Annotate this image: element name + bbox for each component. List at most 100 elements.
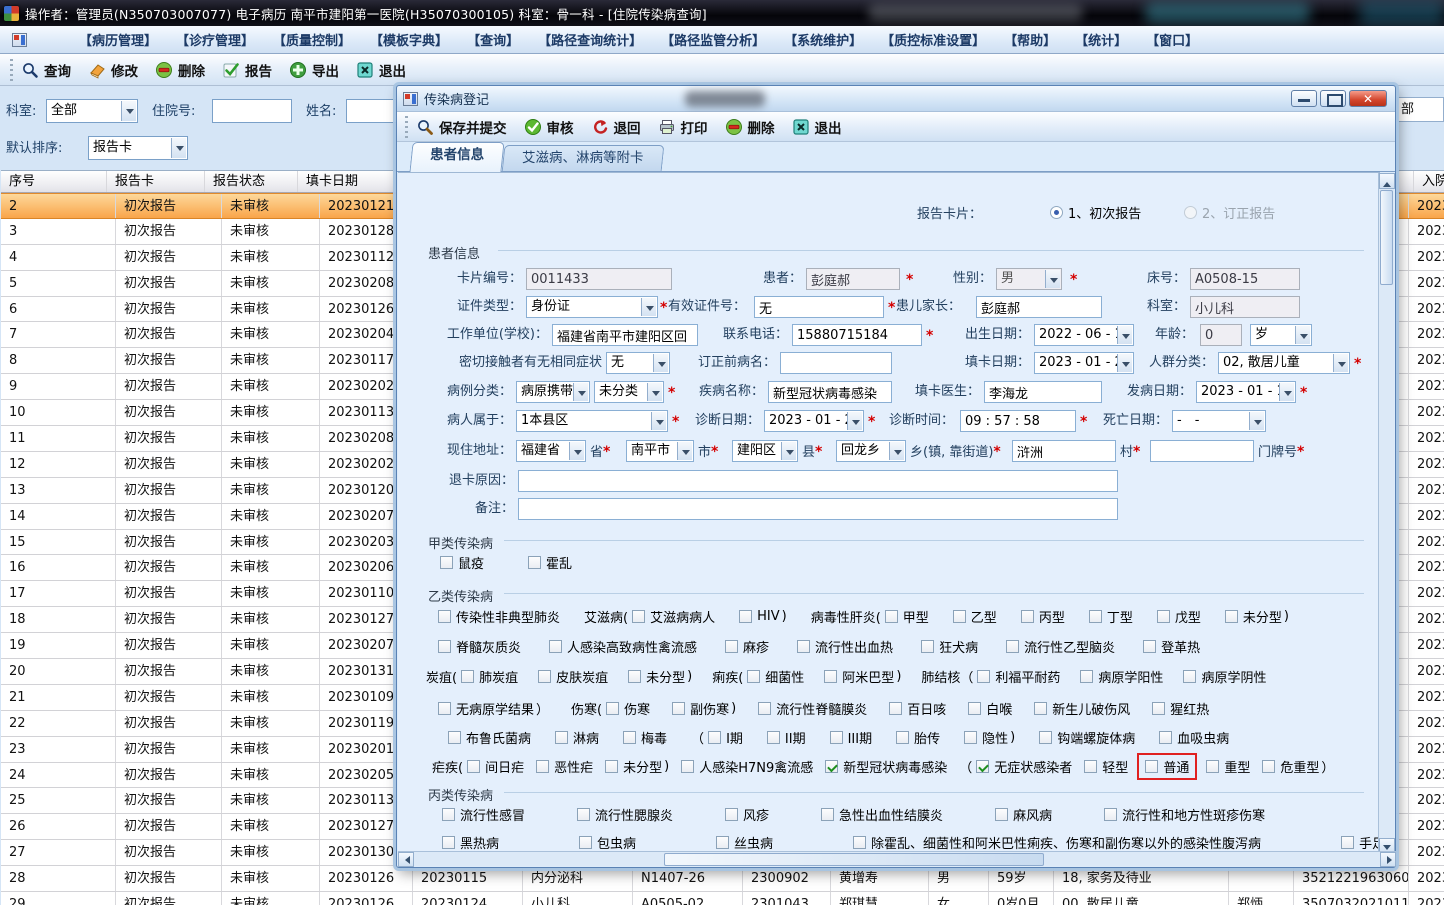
checkbox[interactable]	[853, 836, 867, 849]
chevron-down-icon[interactable]	[1249, 412, 1264, 430]
chevron-down-icon[interactable]	[847, 412, 862, 430]
table-header-cell[interactable]: 报告状态	[205, 171, 298, 192]
checkbox-item[interactable]: 丝虫病	[716, 833, 773, 852]
checkbox-item[interactable]: 隐性)	[964, 728, 1015, 747]
town-combo[interactable]: 回龙乡	[836, 440, 906, 462]
table-row[interactable]: 28 初次报告 未审核 20230126 20230115 内分泌科 N1407…	[1, 866, 1444, 893]
case-class-combo1[interactable]: 病原携带	[516, 381, 590, 403]
chevron-down-icon[interactable]	[641, 298, 656, 316]
chevron-down-icon[interactable]	[569, 442, 584, 460]
checkbox-item[interactable]: 戊型	[1156, 607, 1201, 626]
tab-aids-gonorrhea-card[interactable]: 艾滋病、淋病等附卡	[501, 145, 664, 172]
county-combo[interactable]: 建阳区	[732, 440, 798, 462]
checkbox[interactable]	[442, 808, 455, 821]
checkbox-item[interactable]: 鼠疫	[440, 553, 484, 572]
checkbox[interactable]	[1183, 670, 1197, 683]
checkbox-item[interactable]: 布鲁氏菌病	[448, 728, 531, 747]
checkbox[interactable]	[747, 670, 761, 683]
guardian-field[interactable]	[976, 296, 1102, 318]
checkbox-item[interactable]: 包虫病	[579, 833, 636, 852]
radio-first-report[interactable]	[1050, 206, 1063, 219]
checkbox[interactable]	[1224, 610, 1238, 623]
checkbox[interactable]	[461, 670, 475, 683]
checkbox-item[interactable]: 流行性出血热	[797, 637, 893, 656]
dialog-exit-button[interactable]: 退出	[792, 117, 842, 137]
checkbox-item[interactable]: 危重型）	[1262, 757, 1334, 776]
checkbox[interactable]	[1039, 731, 1053, 744]
checkbox-item[interactable]: 黑热病	[442, 833, 499, 852]
menu-item[interactable]: 【模板字典】	[370, 30, 448, 49]
checkbox[interactable]	[708, 731, 722, 744]
menu-item[interactable]: 【路径监管分析】	[661, 30, 765, 49]
checkbox[interactable]	[952, 610, 966, 623]
table-header-cell[interactable]: 入院	[1414, 171, 1444, 192]
province-combo[interactable]: 福建省	[516, 440, 586, 462]
table-row[interactable]: 29 初次报告 未审核 20230126 20230124 小儿科 A0505-…	[1, 892, 1444, 905]
fill-date-combo[interactable]: 2023 - 01 - 21	[1034, 352, 1134, 374]
menu-item[interactable]: 【窗口】	[1146, 30, 1198, 49]
checkbox[interactable]	[577, 808, 591, 821]
checkbox-item[interactable]: 病毒性肝炎(甲型	[811, 607, 929, 626]
checkbox[interactable]	[438, 702, 451, 715]
age-unit-combo[interactable]: 岁	[1250, 324, 1312, 346]
checkbox[interactable]	[824, 670, 838, 683]
checkbox[interactable]	[995, 808, 1009, 821]
checkbox-item[interactable]: 痢疾(细菌性	[712, 667, 804, 686]
sex-combo[interactable]: 男	[996, 268, 1062, 290]
checkbox-item[interactable]: 无病原学结果）	[438, 699, 549, 718]
chevron-down-icon[interactable]	[121, 101, 136, 121]
checkbox-item[interactable]: 猩红热	[1152, 699, 1209, 718]
menu-item[interactable]: 【系统维护】	[784, 30, 862, 49]
checkbox[interactable]	[889, 702, 903, 715]
sort-filter-combo[interactable]: 报告卡	[88, 136, 188, 160]
checkbox-item[interactable]: 流行性和地方性斑疹伤寒	[1104, 805, 1265, 824]
crowd-combo[interactable]: 02, 散居儿童	[1218, 352, 1350, 374]
checkbox-item[interactable]: 艾滋病(艾滋病病人	[584, 607, 715, 626]
pre-correct-field[interactable]	[780, 352, 892, 374]
checkbox-item[interactable]: 皮肤炭疽	[538, 667, 608, 686]
checkbox-item[interactable]: 除霍乱、细菌性和阿米巴性痢疾、伤寒和副伤寒以外的感染性腹泻病	[853, 833, 1261, 852]
vertical-scrollbar[interactable]	[1378, 173, 1395, 854]
fill-doctor-field[interactable]	[984, 381, 1102, 403]
diag-date-combo[interactable]: 2023 - 01 - 21	[764, 410, 864, 432]
checkbox-item[interactable]: 病原学阴性	[1183, 667, 1266, 686]
dept-field[interactable]	[1190, 296, 1300, 318]
house-no-field[interactable]	[1150, 440, 1254, 462]
dialog-delete-button[interactable]: 删除	[725, 117, 775, 137]
checkbox[interactable]	[628, 670, 642, 683]
checkbox[interactable]	[579, 836, 593, 849]
checkbox[interactable]	[968, 702, 982, 715]
checkbox-item[interactable]: 狂犬病	[921, 637, 978, 656]
checkbox-item[interactable]: 钩端螺旋体病	[1039, 728, 1135, 747]
menu-item[interactable]: 【统计】	[1075, 30, 1127, 49]
checkbox-item[interactable]: 麻疹	[725, 637, 769, 656]
radio-correction-report[interactable]	[1184, 206, 1197, 219]
checkbox[interactable]	[448, 731, 461, 744]
checkbox[interactable]	[716, 836, 730, 849]
report-button[interactable]: 报告	[222, 60, 272, 80]
checkbox[interactable]	[884, 610, 898, 623]
menu-item[interactable]: 【病历管理】	[79, 30, 157, 49]
checkbox[interactable]	[1341, 836, 1355, 849]
id-type-combo[interactable]: 身份证	[526, 296, 658, 318]
checkbox[interactable]	[766, 731, 780, 744]
checkbox[interactable]	[725, 808, 739, 821]
village-field[interactable]	[1012, 440, 1116, 462]
table-header-cell[interactable]: 报告卡	[107, 171, 205, 192]
print-button[interactable]: 打印	[658, 117, 708, 137]
checkbox-item[interactable]: 乙型	[952, 607, 997, 626]
phone-field[interactable]	[792, 324, 922, 346]
disease-field[interactable]	[768, 381, 892, 403]
close-button[interactable]	[1349, 90, 1387, 107]
checkbox[interactable]	[1262, 760, 1276, 773]
checkbox[interactable]	[821, 808, 835, 821]
chevron-down-icon[interactable]	[1045, 270, 1060, 288]
checkbox[interactable]	[1104, 808, 1118, 821]
checkbox-item[interactable]: 新型冠状病毒感染	[825, 757, 947, 776]
checkbox[interactable]	[829, 731, 843, 744]
chevron-down-icon[interactable]	[651, 412, 666, 430]
checkbox[interactable]	[438, 610, 451, 623]
modify-button[interactable]: 修改	[88, 60, 138, 80]
dept-filter-combo[interactable]: 全部	[46, 99, 138, 123]
checkbox-item[interactable]: 轻型	[1084, 757, 1128, 776]
